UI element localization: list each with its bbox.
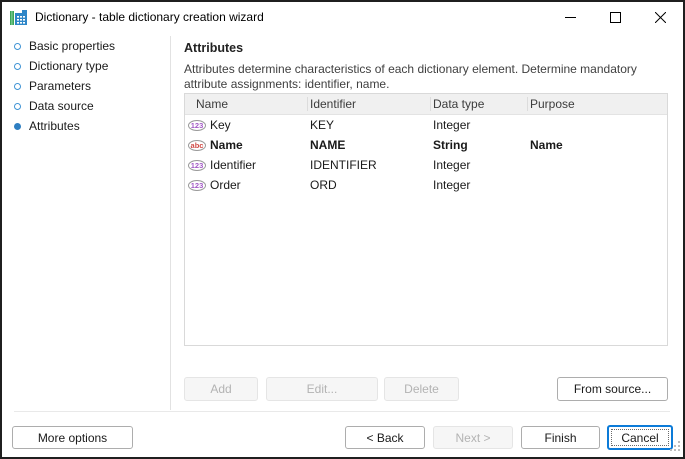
page-title: Attributes	[184, 41, 244, 55]
delete-button[interactable]: Delete	[384, 377, 459, 401]
step-bullet-icon	[14, 62, 21, 70]
number-type-icon: 123	[188, 159, 206, 171]
sidebar-item-basic-properties[interactable]: Basic properties	[2, 36, 170, 56]
number-type-icon: 123	[188, 179, 206, 191]
column-header-name[interactable]: Name	[185, 94, 307, 114]
column-header-identifier[interactable]: Identifier	[307, 94, 430, 114]
cell-purpose	[527, 115, 667, 135]
step-bullet-icon	[14, 122, 21, 130]
window-controls	[548, 2, 683, 32]
maximize-icon[interactable]	[593, 2, 638, 32]
step-bullet-icon	[14, 102, 21, 110]
wizard-dialog: Dictionary - table dictionary creation w…	[0, 0, 685, 459]
minimize-icon[interactable]	[548, 2, 593, 32]
string-type-icon: abc	[188, 139, 206, 151]
cancel-button[interactable]: Cancel	[607, 425, 673, 450]
cell-data-type: Integer	[433, 178, 471, 192]
cell-identifier: ORD	[310, 178, 337, 192]
sidebar-item-data-source[interactable]: Data source	[2, 96, 170, 116]
attributes-table[interactable]: Name Identifier Data type Purpose 123 Key…	[184, 93, 668, 346]
back-button[interactable]: < Back	[345, 426, 425, 449]
from-source-button[interactable]: From source...	[557, 377, 668, 401]
finish-button[interactable]: Finish	[521, 426, 600, 449]
sidebar-item-parameters[interactable]: Parameters	[2, 76, 170, 96]
sidebar-item-dictionary-type[interactable]: Dictionary type	[2, 56, 170, 76]
number-type-icon: 123	[188, 119, 206, 131]
step-label: Data source	[29, 99, 94, 113]
table-header-row: Name Identifier Data type Purpose	[185, 94, 667, 115]
window-title: Dictionary - table dictionary creation w…	[35, 10, 264, 24]
resize-grip[interactable]	[670, 440, 680, 454]
cell-name: Key	[210, 118, 231, 132]
table-row[interactable]: 123 Identifier IDENTIFIER Integer	[185, 155, 667, 175]
column-header-purpose[interactable]: Purpose	[527, 94, 667, 114]
cell-identifier: KEY	[310, 118, 335, 132]
main-panel: Attributes Attributes determine characte…	[184, 36, 670, 92]
cell-identifier: IDENTIFIER	[310, 158, 377, 172]
column-header-data-type[interactable]: Data type	[430, 94, 527, 114]
close-icon[interactable]	[638, 2, 683, 32]
sidebar-item-attributes[interactable]: Attributes	[2, 116, 170, 136]
next-button[interactable]: Next >	[433, 426, 513, 449]
cell-name: Order	[210, 178, 241, 192]
add-button[interactable]: Add	[184, 377, 258, 401]
step-bullet-icon	[14, 42, 21, 50]
step-label: Dictionary type	[29, 59, 109, 73]
cell-purpose	[527, 175, 667, 195]
cell-name: Name	[210, 138, 243, 152]
cell-purpose	[527, 155, 667, 175]
table-row[interactable]: 123 Order ORD Integer	[185, 175, 667, 195]
dictionary-table-icon	[10, 9, 28, 27]
cell-identifier: NAME	[310, 138, 346, 152]
cell-name: Identifier	[210, 158, 257, 172]
cell-data-type: Integer	[433, 118, 471, 132]
table-row[interactable]: abc Name NAME String Name	[185, 135, 667, 155]
cell-purpose: Name	[530, 138, 563, 152]
page-description: Attributes determine characteristics of …	[184, 62, 637, 91]
sidebar-separator	[170, 36, 171, 410]
step-label: Basic properties	[29, 39, 116, 53]
edit-button[interactable]: Edit...	[266, 377, 378, 401]
table-row[interactable]: 123 Key KEY Integer	[185, 115, 667, 135]
cell-data-type: Integer	[433, 158, 471, 172]
title-bar: Dictionary - table dictionary creation w…	[2, 2, 683, 33]
footer-divider	[14, 411, 670, 412]
wizard-steps-sidebar: Basic properties Dictionary type Paramet…	[2, 36, 170, 407]
step-bullet-icon	[14, 82, 21, 90]
more-options-button[interactable]: More options	[12, 426, 133, 449]
step-label: Attributes	[29, 119, 80, 133]
cell-data-type: String	[433, 138, 468, 152]
step-label: Parameters	[29, 79, 92, 93]
